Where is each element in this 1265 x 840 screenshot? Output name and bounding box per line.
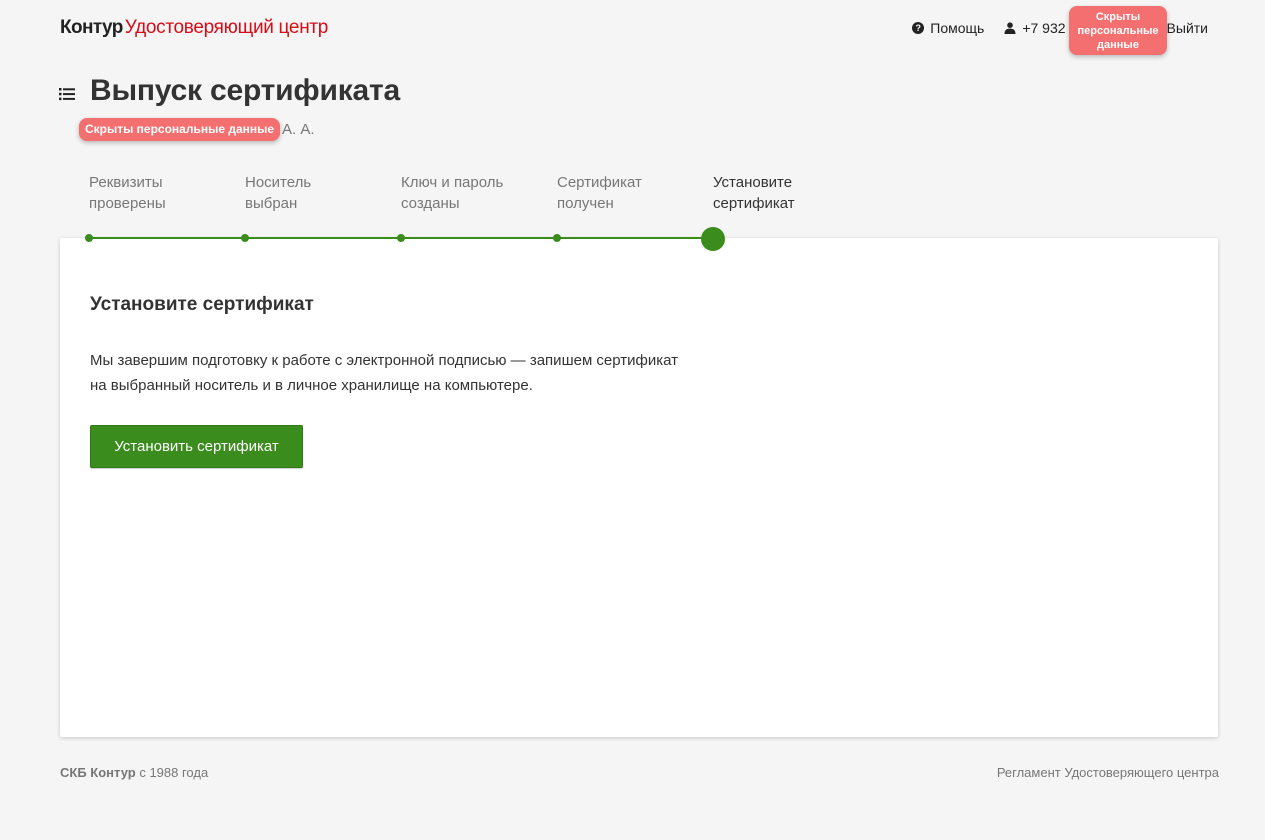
logo-brand: Контур bbox=[60, 17, 123, 38]
certificate-owner-initials: А. А. bbox=[282, 121, 315, 138]
logo[interactable]: Контур Удостоверяющий центр bbox=[60, 17, 328, 39]
footer-copyright: СКБ Контур с 1988 года bbox=[60, 765, 208, 780]
hidden-personal-data-badge: Скрыты персональные данные bbox=[79, 118, 280, 141]
step-label-requisites: Реквизиты проверены bbox=[89, 174, 166, 212]
install-certificate-button[interactable]: Установить сертификат bbox=[90, 425, 303, 468]
step-label-install: Установите сертификат bbox=[713, 174, 795, 212]
step-dot-done bbox=[553, 234, 561, 242]
menu-list-icon[interactable] bbox=[59, 87, 75, 101]
help-label: Помощь bbox=[930, 20, 985, 36]
page-title: Выпуск сертификата bbox=[90, 74, 400, 107]
step-dot-active bbox=[701, 227, 725, 251]
header: Контур Удостоверяющий центр ? Помощь +7 9… bbox=[0, 0, 1265, 60]
card-description: Мы завершим подготовку к работе с электр… bbox=[90, 352, 679, 394]
logout-label: Выйти bbox=[1166, 20, 1208, 36]
step-dot-done bbox=[85, 234, 93, 242]
step-label-media: Носитель выбран bbox=[245, 174, 312, 212]
logo-product: Удостоверяющий центр bbox=[124, 17, 329, 38]
card-title: Установите сертификат bbox=[90, 294, 314, 315]
step-label-key: Ключ и пароль созданы bbox=[401, 174, 504, 212]
logout-link[interactable]: Выйти bbox=[1167, 20, 1208, 36]
footer-company: СКБ Контур bbox=[60, 765, 136, 780]
step-dot-done bbox=[397, 234, 405, 242]
regulations-link[interactable]: Регламент Удостоверяющего центра bbox=[997, 765, 1219, 780]
help-link[interactable]: ? Помощь bbox=[912, 20, 984, 36]
user-phone: +7 932 bbox=[1022, 20, 1066, 36]
install-certificate-card: Установите сертификат Мы завершим подгот… bbox=[60, 238, 1218, 737]
step-label-received: Сертификат получен bbox=[557, 174, 642, 212]
step-dot-done bbox=[241, 234, 249, 242]
user-icon bbox=[1004, 22, 1016, 34]
footer-since: с 1988 года bbox=[139, 765, 209, 780]
question-circle-icon: ? bbox=[912, 22, 925, 34]
hidden-personal-data-badge: Скрыты персональные данные bbox=[1069, 6, 1167, 55]
